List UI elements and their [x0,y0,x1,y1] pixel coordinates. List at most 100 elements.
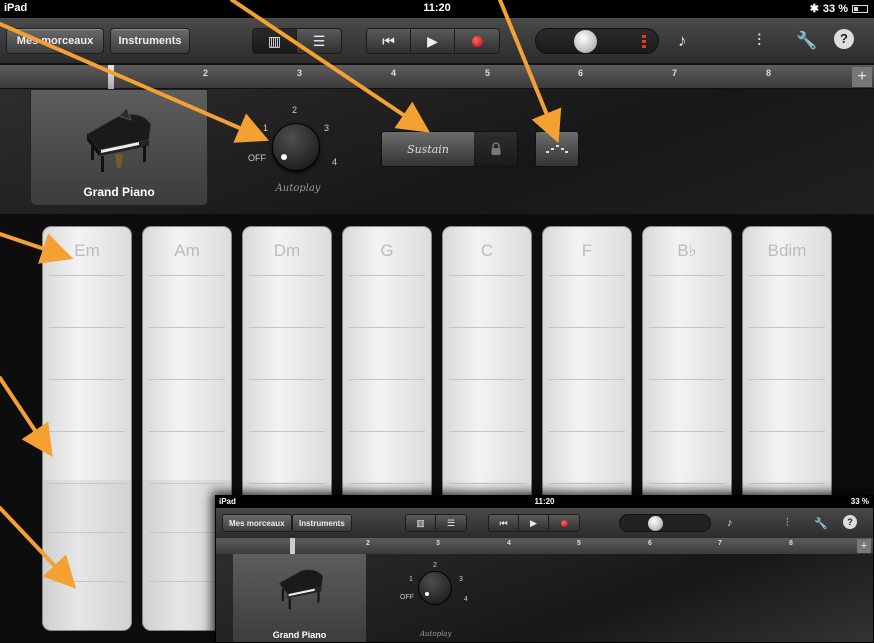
chord-label: Am [174,241,200,260]
add-section-button[interactable]: + [857,539,871,553]
view-switcher: ▥ ☰ [252,28,342,54]
bar-marker: 3 [297,68,303,78]
sustain-button[interactable]: Sustain [382,132,474,166]
playhead[interactable] [290,538,295,554]
bar-marker: 6 [648,540,652,547]
sustain-lock[interactable] [474,132,517,166]
autoplay-knob[interactable] [418,571,452,605]
status-bar: iPad 11:20 ✱ 33 % [0,0,874,18]
autoplay-knob[interactable] [272,123,320,171]
instrument-card[interactable]: Grand Piano [233,554,366,642]
bar-marker: 5 [577,540,581,547]
inset-timeline-ruler[interactable]: 2 3 4 5 6 7 8 + [216,538,873,554]
rewind-button[interactable]: ⏮ [367,29,411,53]
bar-marker: 4 [391,68,397,78]
metronome-icon[interactable]: ♪ [727,517,733,529]
autoplay-position-label: 2 [292,105,298,115]
chord-label: Em [74,241,100,260]
autoplay-control: OFF 1 2 3 4 Autoplay [248,101,348,201]
rewind-button[interactable]: ⏮ [489,515,519,531]
help-icon[interactable]: ? [834,29,854,49]
bar-marker: 6 [578,68,584,78]
chord-label: B♭ [677,241,697,260]
instrument-card[interactable]: Grand Piano [30,89,208,206]
rewind-icon: ⏮ [499,517,508,528]
instrument-name: Grand Piano [272,630,327,640]
record-button[interactable] [455,29,499,53]
help-icon[interactable]: ? [843,515,857,529]
record-icon [471,35,483,47]
tracks-view-button[interactable]: ☰ [436,515,466,531]
my-songs-button[interactable]: Mes morceaux [222,514,292,532]
inset-screenshot: iPad 11:20 33 % Mes morceaux Instruments… [215,495,874,643]
transport-controls: ⏮ ▶ [488,514,580,532]
chord-label: C [480,241,494,260]
instrument-view-button[interactable]: ▥ [406,515,436,531]
autoplay-position-label: 3 [324,123,330,133]
timeline-ruler[interactable]: 2 3 4 5 6 7 8 + [0,65,874,89]
instrument-controls: Grand Piano OFF 1 2 3 4 Autoplay Sustain [0,89,874,214]
tracks-icon: ☰ [312,32,326,49]
playhead[interactable] [108,65,114,89]
sustain-control: Sustain [381,131,518,167]
inset-status-bar: iPad 11:20 33 % [216,496,873,508]
play-button[interactable]: ▶ [411,29,455,53]
toolbar: Mes morceaux Instruments ▥ ☰ ⏮ ▶ ♪ ⫶ 🔧 ? [0,18,874,64]
bar-marker: 5 [485,68,491,78]
keyboard-icon: ▥ [267,32,282,49]
settings-wrench-icon[interactable]: 🔧 [796,31,817,51]
knob-indicator [425,592,429,596]
bar-marker: 8 [766,68,772,78]
autoplay-position-label: OFF [400,594,414,601]
autoplay-position-label: 1 [263,123,269,133]
volume-knob[interactable] [574,30,597,53]
battery-percent: 33 % [822,2,848,15]
tracks-view-button[interactable]: ☰ [297,29,341,53]
grand-piano-icon [86,107,152,172]
add-section-button[interactable]: + [852,67,872,87]
tracks-icon: ☰ [446,517,456,528]
keyboard-icon: ▥ [416,517,425,528]
bar-marker: 3 [436,540,440,547]
chord-label: Dm [273,241,301,260]
autoplay-label: Autoplay [420,630,452,638]
inset-toolbar: Mes morceaux Instruments ▥ ☰ ⏮ ▶ ♪ ⫶ 🔧 ? [216,508,873,538]
metronome-icon[interactable]: ♪ [678,31,687,51]
view-switcher: ▥ ☰ [405,514,467,532]
master-volume-slider[interactable] [535,28,659,54]
my-songs-button[interactable]: Mes morceaux [6,28,104,54]
autoplay-position-label: 1 [409,576,413,583]
garageband-screen: iPad 11:20 ✱ 33 % Mes morceaux Instrumen… [0,0,874,643]
autoplay-position-label: 4 [332,157,338,167]
instruments-button[interactable]: Instruments [110,28,190,54]
record-button[interactable] [549,515,579,531]
record-icon [560,519,568,527]
instruments-button[interactable]: Instruments [292,514,352,532]
clock: 11:20 [534,497,555,506]
battery-icon [852,4,868,13]
play-button[interactable]: ▶ [519,515,549,531]
chord-label: F [581,241,593,260]
play-icon: ▶ [530,517,537,528]
chord-label: Bdim [767,241,807,260]
inset-instrument-controls: Grand Piano OFF 1 2 3 4 Autoplay [216,554,873,642]
chord-label: G [380,241,394,260]
autoplay-position-label: 2 [433,562,437,569]
mixer-icon[interactable]: ⫶ [786,517,789,530]
play-icon: ▶ [427,32,438,49]
bluetooth-icon: ✱ [809,3,819,15]
lock-icon [491,142,500,155]
level-meter [642,35,646,49]
instrument-view-button[interactable]: ▥ [253,29,297,53]
arpeggiator-button[interactable] [535,131,579,167]
rewind-icon: ⏮ [382,32,395,49]
volume-knob[interactable] [648,516,663,531]
mixer-icon[interactable]: ⫶ [757,31,761,51]
bar-marker: 2 [203,68,209,78]
bar-marker: 8 [789,540,793,547]
master-volume-slider[interactable] [619,514,711,532]
autoplay-position-label: 4 [464,596,468,603]
settings-wrench-icon[interactable]: 🔧 [814,517,828,530]
battery-status: ✱ 33 % [810,2,868,15]
chord-strip-em[interactable]: Em [42,226,132,631]
